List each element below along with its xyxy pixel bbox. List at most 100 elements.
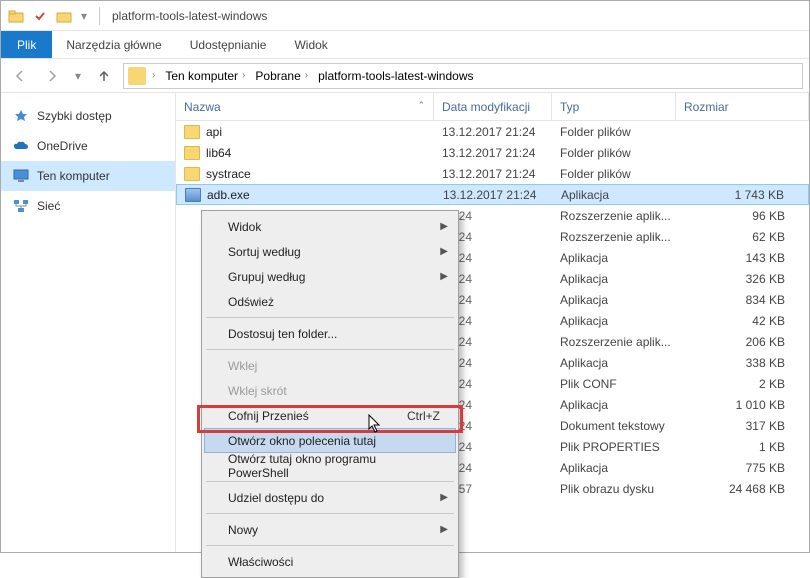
menu-item[interactable]: Widok ▶ xyxy=(204,214,456,239)
chevron-right-icon: ▶ xyxy=(440,492,448,503)
file-type: Aplikacja xyxy=(552,272,676,286)
menu-item-label: Otwórz okno polecenia tutaj xyxy=(228,434,376,448)
file-type: Aplikacja xyxy=(552,398,676,412)
nav-onedrive[interactable]: OneDrive xyxy=(1,131,175,161)
table-row[interactable]: lib64 13.12.2017 21:24Folder plików xyxy=(176,142,809,163)
qat-dropdown[interactable]: ▾ xyxy=(77,5,91,27)
file-type: Folder plików xyxy=(552,167,676,181)
file-name: lib64 xyxy=(206,146,231,160)
menu-item-label: Sortuj według xyxy=(228,245,301,259)
file-size: 317 KB xyxy=(676,419,809,433)
breadcrumb[interactable]: platform-tools-latest-windows xyxy=(314,67,477,85)
column-header-name[interactable]: Nazwa⌃ xyxy=(176,93,434,120)
menu-item-label: Udziel dostępu do xyxy=(228,491,324,505)
column-header-size[interactable]: Rozmiar xyxy=(676,93,809,120)
cloud-icon xyxy=(13,138,29,154)
quick-access-toolbar: ▾ xyxy=(1,5,95,27)
file-size: 206 KB xyxy=(676,335,809,349)
file-date: 13.12.2017 21:24 xyxy=(434,125,552,139)
table-row[interactable]: api 13.12.2017 21:24Folder plików xyxy=(176,121,809,142)
menu-item[interactable]: Sortuj według ▶ xyxy=(204,239,456,264)
folder-icon xyxy=(184,167,200,181)
file-type: Plik CONF xyxy=(552,377,676,391)
file-size: 834 KB xyxy=(676,293,809,307)
table-row[interactable]: adb.exe13.12.2017 21:24Aplikacja1 743 KB xyxy=(176,184,809,205)
nav-recent-dropdown[interactable]: ▾ xyxy=(71,63,85,89)
menu-item-label: Dostosuj ten folder... xyxy=(228,327,337,341)
chevron-right-icon: ▶ xyxy=(440,221,448,232)
sort-ascending-icon: ⌃ xyxy=(417,100,425,111)
menu-item-label: Wklej skrót xyxy=(228,384,287,398)
file-date: 13.12.2017 21:24 xyxy=(434,167,552,181)
file-type: Folder plików xyxy=(552,125,676,139)
menu-item-label: Właściwości xyxy=(228,555,293,569)
menu-item-label: Grupuj według xyxy=(228,270,305,284)
menu-item[interactable]: Otwórz okno polecenia tutaj xyxy=(204,428,456,453)
menu-item[interactable]: Nowy▶ xyxy=(204,517,456,542)
file-type: Aplikacja xyxy=(552,314,676,328)
menu-separator xyxy=(206,545,454,546)
chevron-right-icon: ▶ xyxy=(440,271,448,282)
menu-item[interactable]: Odśwież xyxy=(204,289,456,314)
menu-item[interactable]: Grupuj według ▶ xyxy=(204,264,456,289)
window-title-bar: ▾ platform-tools-latest-windows xyxy=(1,1,809,31)
menu-item-label: Cofnij Przenieś xyxy=(228,409,309,423)
menu-item-label: Widok xyxy=(228,220,261,234)
breadcrumb[interactable]: Ten komputer› xyxy=(161,67,249,85)
file-size: 62 KB xyxy=(676,230,809,244)
nav-back-button[interactable] xyxy=(7,63,33,89)
file-date: 13.12.2017 21:24 xyxy=(434,146,552,160)
column-header-type[interactable]: Typ xyxy=(552,93,676,120)
address-bar[interactable]: › Ten komputer› Pobrane› platform-tools-… xyxy=(123,63,803,89)
nav-quick-access[interactable]: Szybki dostęp xyxy=(1,101,175,131)
menu-item: Wklej xyxy=(204,353,456,378)
qat-item[interactable] xyxy=(29,5,51,27)
nav-this-pc[interactable]: Ten komputer xyxy=(1,161,175,191)
ribbon-tabs: Plik Narzędzia główne Udostępnianie Wido… xyxy=(1,31,809,59)
file-type: Rozszerzenie aplik... xyxy=(552,230,676,244)
menu-item-label: Nowy xyxy=(228,523,258,537)
column-header-date[interactable]: Data modyfikacji xyxy=(434,93,552,120)
chevron-right-icon[interactable]: › xyxy=(152,70,155,81)
column-headers: Nazwa⌃ Data modyfikacji Typ Rozmiar xyxy=(176,93,809,121)
file-type: Folder plików xyxy=(552,146,676,160)
star-icon xyxy=(13,108,29,124)
menu-item: Wklej skrót xyxy=(204,378,456,403)
nav-forward-button[interactable] xyxy=(39,63,65,89)
menu-item[interactable]: Dostosuj ten folder... xyxy=(204,321,456,346)
file-size: 96 KB xyxy=(676,209,809,223)
tab-file[interactable]: Plik xyxy=(1,31,52,58)
file-size: 1 KB xyxy=(676,440,809,454)
file-type: Aplikacja xyxy=(552,356,676,370)
file-size: 338 KB xyxy=(676,356,809,370)
file-type: Aplikacja xyxy=(552,251,676,265)
file-type: Dokument tekstowy xyxy=(552,419,676,433)
chevron-right-icon: ▶ xyxy=(440,246,448,257)
window-title: platform-tools-latest-windows xyxy=(104,9,267,23)
file-size: 775 KB xyxy=(676,461,809,475)
menu-item[interactable]: Udziel dostępu do ▶ xyxy=(204,485,456,510)
menu-separator xyxy=(206,349,454,350)
menu-separator xyxy=(206,481,454,482)
file-size: 143 KB xyxy=(676,251,809,265)
nav-network[interactable]: Sieć xyxy=(1,191,175,221)
file-name: api xyxy=(206,125,222,139)
folder-icon xyxy=(184,125,200,139)
table-row[interactable]: systrace13.12.2017 21:24Folder plików xyxy=(176,163,809,184)
context-menu: Widok ▶ Sortuj według ▶ Grupuj według ▶ Odświe… xyxy=(201,210,459,578)
nav-up-button[interactable] xyxy=(91,63,117,89)
tab-view[interactable]: Widok xyxy=(280,31,341,58)
tab-share[interactable]: Udostępnianie xyxy=(176,31,281,58)
menu-item[interactable]: Cofnij PrzenieśCtrl+Z xyxy=(204,403,456,428)
file-size: 326 KB xyxy=(676,272,809,286)
qat-item[interactable] xyxy=(53,5,75,27)
network-icon xyxy=(13,198,29,214)
file-size: 42 KB xyxy=(676,314,809,328)
breadcrumb[interactable]: Pobrane› xyxy=(251,67,312,85)
menu-item[interactable]: Otwórz tutaj okno programu PowerShell xyxy=(204,453,456,478)
file-type: Aplikacja xyxy=(553,188,677,202)
file-type: Rozszerzenie aplik... xyxy=(552,335,676,349)
tab-home[interactable]: Narzędzia główne xyxy=(52,31,175,58)
file-type: Plik obrazu dysku xyxy=(552,482,676,496)
menu-item-label: Odśwież xyxy=(228,295,274,309)
